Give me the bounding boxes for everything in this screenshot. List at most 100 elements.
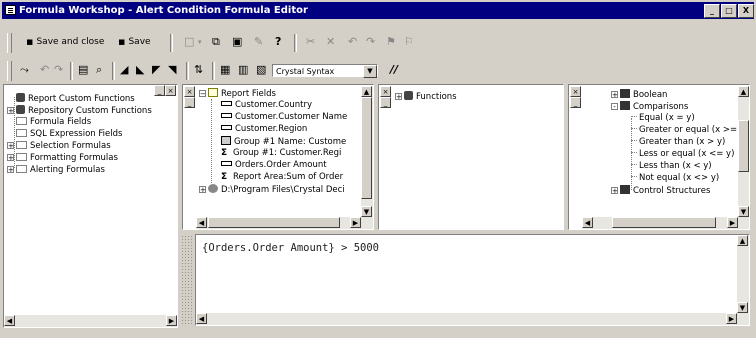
expand-icon[interactable]: + [611,91,618,99]
functions-pane[interactable]: × _ + Functions [378,84,564,230]
fields-hscroll[interactable]: ◀ ▶ [196,217,373,229]
check-icon[interactable]: ⤳ [20,61,29,79]
functions-root[interactable]: + Functions [395,91,457,102]
syntax-select[interactable]: Crystal Syntax ▼ [272,64,378,78]
collapse-icon[interactable]: - [611,103,618,111]
maximize-button[interactable]: □ [721,4,737,18]
comment-button[interactable]: // [390,61,398,79]
editor-hscroll[interactable]: ◀ ▶ [196,313,749,325]
operators-scroll-thumb[interactable] [738,120,749,172]
scroll-right-icon[interactable]: ▶ [726,313,737,324]
workshop-tree-item[interactable]: SQL Expression Fields [7,129,122,140]
minimize-operators-pane-icon[interactable]: _ [570,97,581,108]
scroll-down-icon[interactable]: ▼ [738,206,749,217]
scroll-left-icon[interactable]: ◀ [196,313,207,324]
minimize-pane-icon[interactable]: _ [154,85,165,96]
sort-fields-icon[interactable]: ⇅ [194,61,203,79]
report-field-item[interactable]: Group #1 Name: Custome [221,136,346,147]
undo-edit-icon[interactable]: ↶ [40,61,49,79]
operator-tree-item[interactable]: Less than (x < y) [631,161,712,172]
next-bookmark-icon[interactable]: ◣ [136,61,144,79]
database-fields-root[interactable]: + D:\Program Files\Crystal Deci [199,184,345,195]
expand-icon[interactable]: + [395,93,402,101]
delete-icon[interactable]: ✕ [326,33,335,51]
scroll-up-icon[interactable]: ▲ [738,86,749,97]
workshop-tree-item[interactable]: + Selection Formulas [7,141,111,152]
minimize-fields-pane-icon[interactable]: _ [184,97,195,108]
scroll-up-icon[interactable]: ▲ [361,86,372,97]
chevron-down-icon[interactable]: ▼ [363,65,377,78]
report-field-item[interactable]: Σ Group #1: Customer.Regi [221,148,341,159]
bookmark-icon[interactable]: ⚑ [386,33,396,51]
copy-formula-icon[interactable]: ⧉ [212,33,220,51]
report-fields-pane[interactable]: × _ − Report Fields Customer.Country Custom… [182,84,374,230]
close-button[interactable]: X [738,4,754,18]
workshop-tree-item[interactable]: + Alerting Formulas [7,165,105,176]
workshop-tree-pane[interactable]: _ × Report Custom Functions + Repository C… [3,84,178,328]
title-bar[interactable]: Formula Workshop - Alert Condition Formu… [2,2,754,19]
save-button[interactable]: ▪ Save [118,33,151,51]
close-pane-icon[interactable]: × [165,85,176,96]
operator-tree-item[interactable]: Not equal (x <> y) [631,173,719,184]
collapse-icon[interactable]: − [199,90,206,98]
workshop-hscroll[interactable]: ◀ ▶ [4,315,177,327]
show-function-tree-icon[interactable]: ▥ [238,61,248,79]
workshop-tree-item[interactable]: Formula Fields [7,117,91,128]
fields-scroll-thumb[interactable] [361,97,372,199]
redo-icon[interactable]: ↷ [366,33,375,51]
operator-tree-item[interactable]: Equal (x = y) [631,113,695,124]
toolbar-grip[interactable] [7,33,12,53]
report-field-item[interactable]: Customer.Region [221,124,307,135]
expand-icon[interactable]: + [7,107,14,115]
expand-icon[interactable]: + [7,142,14,150]
cut-icon[interactable]: ✂ [306,33,315,51]
undo-icon[interactable]: ↶ [348,33,357,51]
operators-hscroll-thumb[interactable] [612,217,716,228]
fields-vscroll[interactable]: ▲ ▼ [361,86,373,217]
close-operators-pane-icon[interactable]: × [570,86,581,97]
scroll-down-icon[interactable]: ▼ [737,302,748,313]
show-operator-tree-icon[interactable]: ▧ [256,61,266,79]
report-field-item[interactable]: Customer.Customer Name [221,112,347,123]
formula-text[interactable]: {Orders.Order Amount} > 5000 [202,242,379,254]
scroll-left-icon[interactable]: ◀ [4,315,15,326]
minimize-button[interactable]: _ [704,4,720,18]
new-icon[interactable]: □ [184,33,194,51]
properties-icon[interactable]: ▣ [232,33,242,51]
operator-tree-item[interactable]: Less or equal (x <= y) [631,149,734,160]
workshop-tree-item[interactable]: + Formatting Formulas [7,153,118,164]
show-field-tree-icon[interactable]: ▦ [220,61,230,79]
toolbar-grip-2[interactable] [7,61,12,81]
scroll-left-icon[interactable]: ◀ [196,217,207,228]
redo-edit-icon[interactable]: ↷ [54,61,63,79]
bookmark-next-icon[interactable]: ⚐ [404,33,414,51]
editor-vscroll[interactable]: ▲ ▼ [737,235,749,313]
operators-hscroll[interactable]: ◀ ▶ [582,217,749,229]
pencil-icon[interactable]: ✎ [254,33,263,51]
find-icon[interactable]: ⌕ [96,61,102,79]
report-field-item[interactable]: Orders.Order Amount [221,160,327,171]
workshop-tree-item[interactable]: Report Custom Functions [7,93,135,104]
help-icon[interactable]: ? [275,33,281,51]
clear-bookmarks-icon[interactable]: ◥ [168,61,176,79]
expand-icon[interactable]: + [7,154,14,162]
expand-icon[interactable]: + [7,166,14,174]
bookmark-toggle-icon[interactable]: ◢ [120,61,128,79]
operators-vscroll[interactable]: ▲ ▼ [738,86,749,217]
new-dropdown-icon[interactable]: ▾ [198,33,202,51]
save-and-close-button[interactable]: ▪ Save and close [26,33,104,51]
report-fields-root[interactable]: − Report Fields [199,88,276,99]
scroll-left-icon[interactable]: ◀ [582,217,593,228]
browse-data-icon[interactable]: ▤ [78,61,88,79]
close-functions-pane-icon[interactable]: × [380,86,391,97]
report-field-item[interactable]: Customer.Country [221,100,312,111]
expand-icon[interactable]: + [611,187,618,195]
scroll-up-icon[interactable]: ▲ [737,235,748,246]
formula-text-editor[interactable]: {Orders.Order Amount} > 5000 ▲ ▼ ◀ ▶ [195,234,750,326]
operator-tree-item[interactable]: - Comparisons [611,101,688,112]
report-field-item[interactable]: Σ Report Area:Sum of Order [221,172,343,183]
operator-tree-item[interactable]: Greater than (x > y) [631,137,725,148]
fields-hscroll-thumb[interactable] [208,217,340,228]
workshop-tree-item[interactable]: + Repository Custom Functions [7,105,152,116]
operator-tree-item[interactable]: + Control Structures [611,185,710,196]
